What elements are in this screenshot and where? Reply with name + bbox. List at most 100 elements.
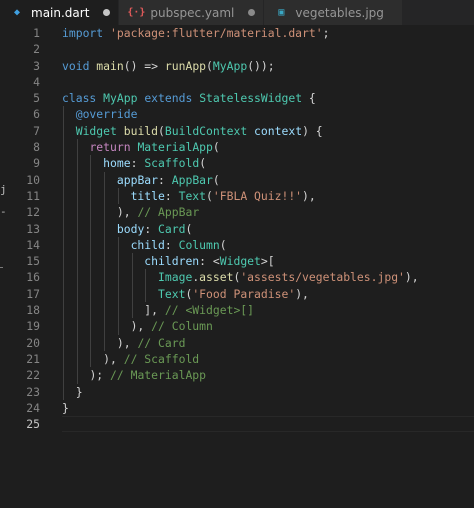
code-text: }	[62, 384, 83, 400]
tab-main-dart[interactable]: ◆ main.dart	[0, 0, 120, 25]
code-token: MyApp	[212, 58, 248, 73]
code-text: return MaterialApp(	[62, 139, 219, 155]
code-token: 'Food Paradise'	[192, 286, 296, 301]
code-token: body	[116, 221, 145, 236]
code-token: Image	[158, 270, 193, 285]
code-text: children: <Widget>[	[62, 253, 274, 269]
code-token: // MaterialApp	[110, 368, 207, 383]
line-number: 20	[26, 335, 40, 350]
code-token: context	[254, 123, 303, 138]
code-token: Widget	[219, 254, 261, 269]
tab-vegetables-jpg[interactable]: ▣ vegetables.jpg	[264, 0, 403, 25]
code-token: title	[130, 188, 165, 203]
code-line[interactable]: 23 }	[0, 383, 474, 400]
code-line[interactable]: 14 child: Column(	[0, 236, 474, 254]
code-token: :	[164, 237, 179, 252]
code-text: child: Column(	[62, 237, 227, 253]
unsaved-dot-icon[interactable]	[248, 9, 256, 16]
code-token: BuildContext	[164, 123, 255, 138]
editor-window: ◆ main.dart {·} pubspec.yaml ▣ vegetables.jpg…	[0, 0, 474, 508]
code-line[interactable]: 5 class MyApp extends StatelessWidget {	[0, 90, 474, 106]
code-line[interactable]: 24}	[0, 400, 474, 416]
line-number: 4	[33, 74, 40, 89]
code-line[interactable]: 13 body: Card(	[0, 220, 474, 237]
code-token: );	[89, 368, 111, 383]
line-number: 22	[26, 368, 40, 383]
tab-bar-empty-area	[402, 0, 474, 25]
code-line[interactable]: 4	[0, 74, 474, 90]
tab-pubspec-yaml[interactable]: {·} pubspec.yaml	[119, 0, 265, 25]
code-editor[interactable]: 1 import 'package:flutter/material.dart';…	[0, 25, 474, 508]
code-text: class MyApp extends StatelessWidget {	[62, 90, 316, 106]
code-token: MyApp	[103, 91, 145, 106]
code-line[interactable]: 21 ), // Scaffold	[0, 350, 474, 368]
code-token: ),	[116, 335, 138, 350]
code-token: MaterialApp	[137, 140, 213, 155]
code-line[interactable]: 17 Text('Food Paradise'),	[0, 285, 474, 303]
code-text: home: Scaffold(	[62, 155, 206, 171]
code-line[interactable]: 8 return MaterialApp(	[0, 139, 474, 156]
code-token: }	[62, 400, 69, 415]
code-line[interactable]: 3 void main() => runApp(MyApp());	[0, 58, 474, 74]
code-text: ], // <Widget>[]	[62, 302, 254, 318]
code-token: // Card	[137, 335, 186, 350]
code-line[interactable]: 19 ), // Column	[0, 318, 474, 335]
code-line[interactable]: 16 Image.asset('assests/vegetables.jpg')…	[0, 269, 474, 286]
code-token: children	[144, 254, 200, 269]
code-token: return	[89, 140, 138, 155]
code-line[interactable]: 7 Widget build(BuildContext context) {	[0, 122, 474, 140]
code-line[interactable]: 22 ); // MaterialApp	[0, 367, 474, 384]
code-token: // <Widget>[]	[164, 303, 255, 318]
code-text: ), // AppBar	[62, 204, 199, 220]
left-edge-dash	[0, 267, 3, 268]
code-line[interactable]: 12 ), // AppBar	[0, 204, 474, 221]
code-token: runApp	[164, 58, 207, 73]
line-number: 8	[33, 140, 40, 155]
line-number: 9	[33, 156, 40, 171]
line-number: 2	[33, 42, 40, 57]
line-number: 24	[26, 400, 40, 415]
line-number: 13	[26, 221, 40, 236]
left-edge-mark: j	[0, 183, 7, 196]
code-token: @override	[62, 107, 138, 122]
code-text: @override	[62, 106, 138, 122]
code-token: (	[206, 58, 213, 73]
code-token: ;	[322, 26, 330, 40]
code-line[interactable]: 11 title: Text('FBLA Quiz!!'),	[0, 187, 474, 205]
code-token: 'package:flutter/material.dart'	[110, 26, 323, 40]
line-number: 23	[26, 384, 40, 399]
code-token: () =>	[123, 58, 165, 73]
code-line[interactable]: 20 ), // Card	[0, 334, 474, 351]
code-line[interactable]: 1 import 'package:flutter/material.dart';	[0, 25, 474, 41]
code-line[interactable]: 9 home: Scaffold(	[0, 155, 474, 172]
dart-file-icon: ◆	[13, 7, 21, 18]
code-token: home	[103, 156, 131, 171]
current-code-line[interactable]: 25	[0, 416, 474, 433]
code-line[interactable]: 2	[0, 41, 474, 57]
current-line-highlight	[62, 416, 474, 433]
code-text: title: Text('FBLA Quiz!!'),	[62, 188, 316, 204]
line-number: 6	[33, 107, 40, 122]
line-number: 7	[33, 123, 40, 138]
code-token: }	[62, 384, 83, 399]
code-token: :	[164, 188, 179, 203]
code-text: appBar: AppBar(	[62, 172, 220, 188]
code-line[interactable]: 18 ], // <Widget>[]	[0, 302, 474, 319]
code-line[interactable]: 15 children: <Widget>[	[0, 253, 474, 270]
code-line[interactable]: 10 appBar: AppBar(	[0, 171, 474, 188]
code-token: ),	[404, 270, 419, 285]
code-line[interactable]: 6 @override	[0, 106, 474, 123]
code-token: 'FBLA Quiz!!'	[212, 188, 303, 203]
unsaved-dot-icon[interactable]	[103, 9, 111, 16]
